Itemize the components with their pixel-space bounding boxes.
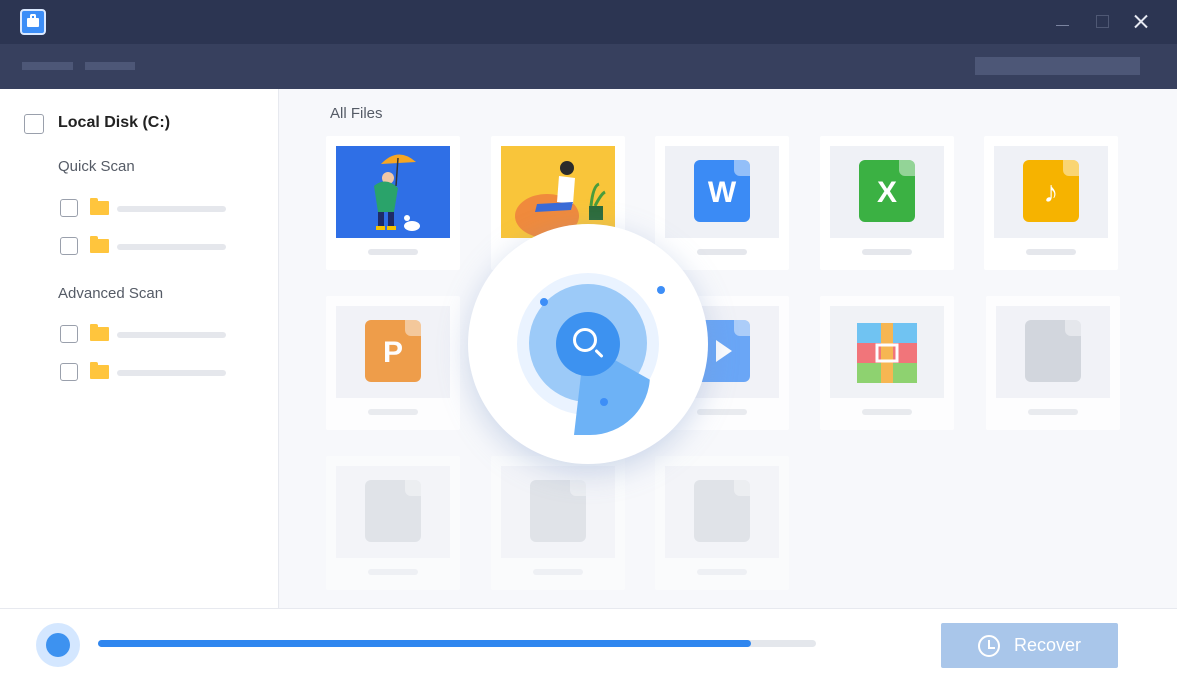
status-bar: Recover — [0, 608, 1177, 682]
app-logo-icon — [20, 9, 46, 35]
file-thumbnail: P — [336, 306, 450, 398]
advanced-scan-folder-1[interactable] — [60, 324, 230, 344]
advanced-scan-folder-2[interactable] — [60, 362, 230, 382]
toolbar-placeholder-2 — [85, 62, 135, 70]
scan-progress-fill — [98, 640, 752, 647]
file-card-word[interactable]: W — [655, 136, 789, 270]
file-card-generic-2[interactable] — [326, 456, 460, 590]
folder-name-placeholder — [117, 206, 226, 212]
file-card-powerpoint[interactable]: P — [326, 296, 460, 430]
file-name-placeholder — [862, 249, 912, 255]
folder-icon — [90, 324, 109, 341]
folder-name-placeholder — [117, 370, 226, 376]
word-document-icon: W — [694, 160, 750, 222]
file-thumbnail — [830, 306, 944, 398]
file-name-placeholder — [368, 569, 418, 575]
file-thumbnail — [501, 466, 615, 558]
quick-scan-folder-2[interactable] — [60, 236, 230, 256]
search-icon — [573, 328, 597, 352]
maximize-button[interactable] — [1090, 10, 1114, 34]
image-thumbnail — [336, 146, 450, 238]
title-bar — [0, 0, 1177, 44]
file-thumbnail — [996, 306, 1110, 398]
file-grid-area: All Files W X ♪ P — [280, 89, 1177, 608]
scan-status-indicator — [36, 623, 80, 667]
file-name-placeholder — [1028, 409, 1078, 415]
close-button[interactable] — [1129, 10, 1153, 34]
recover-button[interactable]: Recover — [941, 623, 1118, 668]
file-icon — [1025, 320, 1081, 382]
umbrella-illustration — [336, 146, 450, 238]
toolbar — [0, 44, 1177, 89]
file-icon — [365, 480, 421, 542]
folder-icon — [90, 236, 109, 253]
powerpoint-document-icon: P — [365, 320, 421, 382]
toolbar-placeholder-1 — [22, 62, 73, 70]
file-name-placeholder — [697, 409, 747, 415]
file-icon — [530, 480, 586, 542]
folder-checkbox[interactable] — [60, 199, 78, 217]
file-thumbnail — [665, 466, 779, 558]
folder-icon — [90, 198, 109, 215]
file-thumbnail: W — [665, 146, 779, 238]
advanced-scan-label: Advanced Scan — [58, 285, 164, 302]
excel-document-icon: X — [859, 160, 915, 222]
file-card-generic-3[interactable] — [491, 456, 625, 590]
file-card-archive[interactable] — [820, 296, 954, 430]
scan-dot — [540, 298, 548, 306]
file-name-placeholder — [533, 569, 583, 575]
scan-dot — [657, 286, 665, 294]
folder-checkbox[interactable] — [60, 363, 78, 381]
file-card-generic-1[interactable] — [986, 296, 1120, 430]
archive-icon — [857, 323, 917, 383]
scan-button[interactable] — [556, 312, 620, 376]
quick-scan-folder-1[interactable] — [60, 198, 230, 218]
quick-scan-label: Quick Scan — [58, 158, 135, 175]
file-card-generic-4[interactable] — [655, 456, 789, 590]
file-name-placeholder — [368, 249, 418, 255]
file-name-placeholder — [697, 249, 747, 255]
folder-checkbox[interactable] — [60, 237, 78, 255]
folder-icon — [90, 362, 109, 379]
local-disk-checkbox[interactable] — [24, 114, 44, 134]
file-card-audio[interactable]: ♪ — [984, 136, 1118, 270]
local-disk-label: Local Disk (C:) — [58, 114, 171, 131]
file-thumbnail — [336, 466, 450, 558]
file-card-image-1[interactable] — [326, 136, 460, 270]
file-name-placeholder — [1026, 249, 1076, 255]
file-card-excel[interactable]: X — [820, 136, 954, 270]
file-name-placeholder — [368, 409, 418, 415]
file-icon — [694, 480, 750, 542]
scan-dot — [600, 398, 608, 406]
recover-button-label: Recover — [1013, 635, 1082, 655]
file-thumbnail: X — [830, 146, 944, 238]
folder-name-placeholder — [117, 332, 226, 338]
history-icon — [977, 634, 1000, 657]
folder-name-placeholder — [117, 244, 226, 250]
scan-progress-bar — [98, 640, 816, 647]
file-name-placeholder — [697, 569, 747, 575]
file-name-placeholder — [862, 409, 912, 415]
scan-animation — [468, 224, 708, 464]
all-files-title: All Files — [330, 105, 383, 122]
minimize-button[interactable] — [1050, 10, 1074, 34]
file-thumbnail: ♪ — [994, 146, 1108, 238]
sidebar: Local Disk (C:) Quick Scan Advanced Scan — [0, 89, 279, 608]
music-note-icon: ♪ — [1023, 160, 1079, 222]
toolbar-search-placeholder — [975, 57, 1140, 75]
folder-checkbox[interactable] — [60, 325, 78, 343]
